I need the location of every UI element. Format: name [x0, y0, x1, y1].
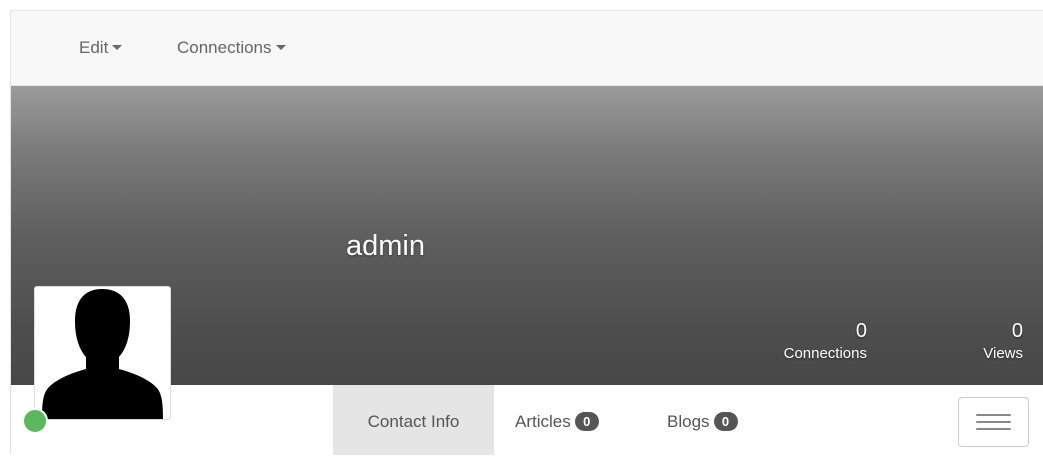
edit-menu-label: Edit	[79, 38, 109, 57]
top-navbar: Edit Connections	[11, 11, 1043, 86]
tab-blogs[interactable]: Blogs 0	[667, 385, 738, 455]
views-stat-label: Views	[983, 345, 1023, 362]
menu-toggle-button[interactable]	[958, 397, 1029, 447]
connections-stat-label: Connections	[783, 345, 867, 362]
caret-down-icon	[112, 45, 123, 51]
connections-count: 0	[855, 320, 867, 342]
tab-label: Contact Info	[367, 412, 460, 431]
avatar[interactable]	[34, 286, 171, 420]
connections-menu[interactable]: Connections	[177, 38, 286, 58]
hamburger-menu-icon	[976, 428, 1011, 430]
views-count: 0	[1011, 320, 1023, 342]
user-silhouette-icon	[42, 289, 163, 419]
hamburger-menu-icon	[976, 414, 1011, 416]
tab-articles[interactable]: Articles 0	[515, 385, 599, 455]
connections-menu-label: Connections	[177, 38, 272, 57]
blogs-count-badge: 0	[713, 411, 738, 431]
connections-stat[interactable]: 0 Connections	[784, 318, 867, 364]
profile-page: Edit Connections admin 0 Connections 0 V…	[10, 10, 1043, 455]
edit-menu[interactable]: Edit	[79, 38, 123, 58]
hamburger-menu-icon	[976, 421, 1011, 423]
tab-label: Articles	[515, 412, 571, 431]
profile-name: admin	[346, 230, 425, 262]
views-stat: 0 Views	[983, 318, 1023, 364]
tab-label: Blogs	[667, 412, 710, 431]
caret-down-icon	[275, 45, 286, 51]
articles-count-badge: 0	[574, 411, 599, 431]
tab-contact-info[interactable]: Contact Info	[333, 385, 494, 455]
online-status-indicator	[22, 408, 48, 434]
